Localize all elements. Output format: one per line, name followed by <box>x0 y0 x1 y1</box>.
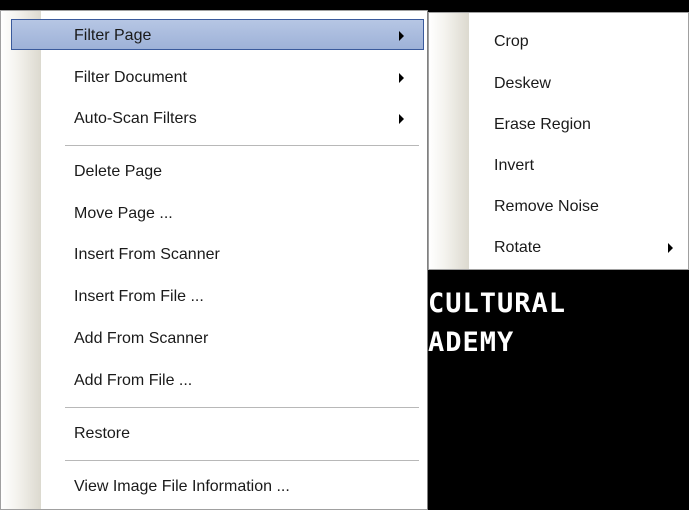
menu-item-label: Add From File ... <box>74 372 193 389</box>
submenu-item-label: Crop <box>494 33 529 50</box>
context-menu: Filter Page Filter Document Auto-Scan Fi… <box>0 10 428 510</box>
image-text-line2: ADEMY <box>428 327 515 358</box>
menu-item-label: Move Page ... <box>74 205 173 222</box>
submenu-item-invert[interactable]: Invert <box>430 150 687 181</box>
chevron-right-icon <box>399 114 404 124</box>
menu-item-delete-page[interactable]: Delete Page <box>2 156 426 187</box>
submenu-item-label: Remove Noise <box>494 198 599 215</box>
menu-item-move-page[interactable]: Move Page ... <box>2 198 426 229</box>
filter-page-submenu: Crop Deskew Erase Region Invert Remove N… <box>428 12 689 270</box>
menu-item-label: Add From Scanner <box>74 330 209 347</box>
submenu-item-rotate[interactable]: Rotate <box>430 232 687 263</box>
menu-separator <box>65 407 419 409</box>
menu-item-restore[interactable]: Restore <box>2 418 426 449</box>
menu-item-label: Auto-Scan Filters <box>74 110 197 127</box>
menu-item-label: Restore <box>74 425 131 442</box>
chevron-right-icon <box>399 31 404 41</box>
menu-item-auto-scan-filters[interactable]: Auto-Scan Filters <box>2 103 426 134</box>
menu-item-view-image-file-information[interactable]: View Image File Information ... <box>2 471 426 502</box>
submenu-item-remove-noise[interactable]: Remove Noise <box>430 191 687 222</box>
submenu-item-label: Erase Region <box>494 116 591 133</box>
menu-item-label: Insert From Scanner <box>74 246 220 263</box>
submenu-item-crop[interactable]: Crop <box>430 26 687 57</box>
menu-separator <box>65 460 419 462</box>
menu-item-filter-document[interactable]: Filter Document <box>2 62 426 93</box>
menu-item-add-from-scanner[interactable]: Add From Scanner <box>2 323 426 354</box>
menu-item-filter-page[interactable]: Filter Page <box>11 19 424 50</box>
submenu-item-label: Rotate <box>494 239 542 256</box>
menu-item-label: Filter Page <box>74 27 152 44</box>
image-text-line1: CULTURAL <box>428 288 567 319</box>
menu-item-insert-from-scanner[interactable]: Insert From Scanner <box>2 239 426 270</box>
menu-item-add-from-file[interactable]: Add From File ... <box>2 365 426 396</box>
submenu-item-label: Invert <box>494 157 535 174</box>
chevron-right-icon <box>399 73 404 83</box>
menu-item-insert-from-file[interactable]: Insert From File ... <box>2 281 426 312</box>
menu-item-label: Filter Document <box>74 69 187 86</box>
submenu-item-erase-region[interactable]: Erase Region <box>430 109 687 140</box>
menu-item-label: Delete Page <box>74 163 163 180</box>
submenu-item-label: Deskew <box>494 75 551 92</box>
menu-item-label: View Image File Information ... <box>74 478 290 495</box>
menu-item-label: Insert From File ... <box>74 288 204 305</box>
submenu-item-deskew[interactable]: Deskew <box>430 68 687 99</box>
chevron-right-icon <box>668 243 673 253</box>
menu-separator <box>65 145 419 147</box>
